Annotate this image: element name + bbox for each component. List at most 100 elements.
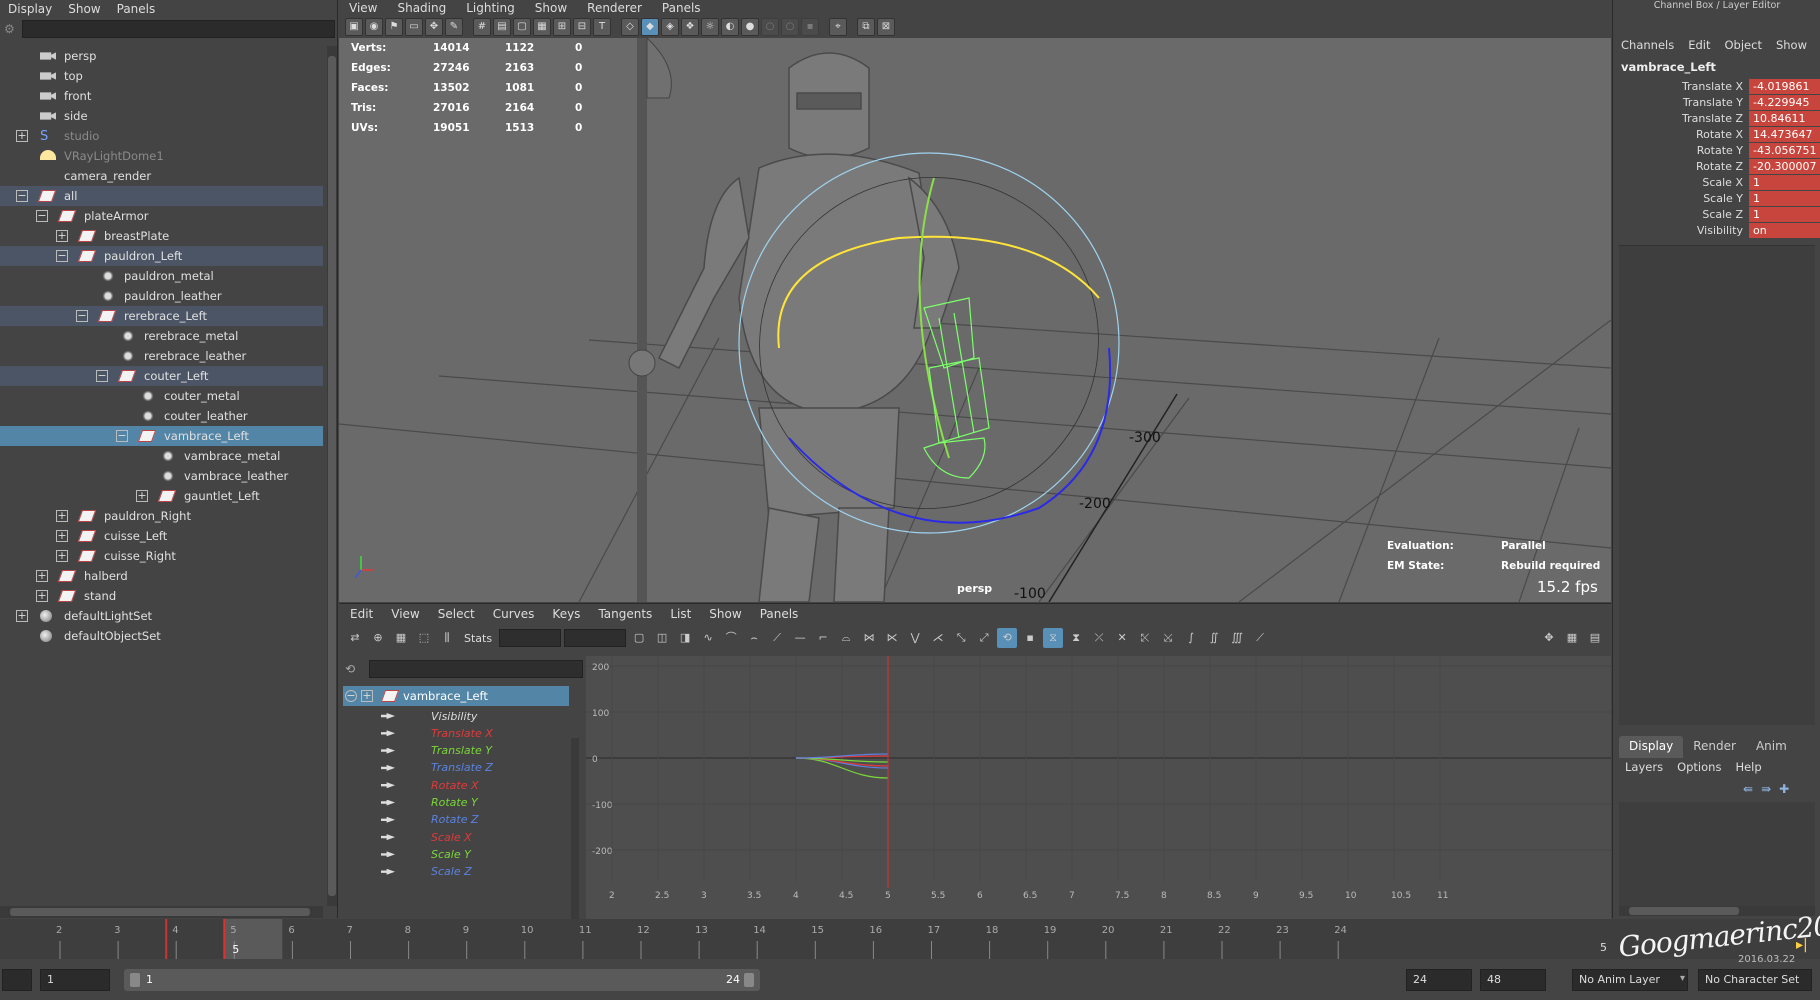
menu-edit[interactable]: Edit [339,607,380,621]
menu-layers[interactable]: Layers [1625,760,1663,774]
outliner-item[interactable]: + stand [0,586,323,606]
curve-oscillate-icon[interactable]: ∭ [1227,628,1247,648]
channel-attribute-row[interactable]: Scale Y1 [1613,190,1820,206]
expand-icon[interactable]: + [136,490,148,502]
menu-panels[interactable]: Panels [109,2,164,16]
normalize-icon[interactable]: ⤫ [1089,628,1109,648]
isolate-select-icon[interactable]: ⌖ [829,18,847,36]
collapse-icon[interactable]: − [16,190,28,202]
menu-show[interactable]: Show [525,1,577,15]
tab-anim[interactable]: Anim [1746,736,1797,758]
channel-attribute-row[interactable]: Rotate Y -43.056751 [1613,142,1820,158]
channel-attribute-name[interactable]: Scale X [1613,176,1749,189]
menu-show[interactable]: Show [698,607,748,621]
channel-attribute-value[interactable]: 1 [1749,174,1820,190]
outliner-item[interactable]: rerebrace_leather [0,346,323,366]
stats-value-field[interactable] [564,629,627,647]
channel-attribute-name[interactable]: Visibility [1613,224,1749,237]
scene-start-field[interactable]: 1 [40,969,110,991]
menu-channels[interactable]: Channels [1613,38,1680,56]
channel-attribute-name[interactable]: Rotate X [1613,128,1749,141]
move-layer-up-icon[interactable]: ⇚ [1743,782,1753,796]
2d-pan-zoom-icon[interactable]: ✥ [425,18,443,36]
menu-panels[interactable]: Panels [652,1,711,15]
motion-blur-icon[interactable]: ○ [761,18,779,36]
channel-attribute-value[interactable]: on [1749,222,1820,238]
textured-icon[interactable]: ❖ [681,18,699,36]
film-gate-icon[interactable]: ▤ [493,18,511,36]
menu-show[interactable]: Show [1768,38,1813,56]
viewport-3d[interactable]: -300 -200 -100 View Shading Lighting Sho… [339,0,1611,602]
time-snap-icon[interactable]: ⧖ [1043,628,1064,648]
outliner-item[interactable]: + breastPlate [0,226,323,246]
lock-tangent-weight-icon[interactable]: ⤢ [974,628,994,648]
character-set-dropdown[interactable]: No Character Set [1698,969,1812,991]
gate-mask-icon[interactable]: ▦ [533,18,551,36]
channel-attribute-name[interactable]: Rotate Y [1613,144,1749,157]
outliner-item[interactable]: − couter_Left [0,366,323,386]
outliner-item[interactable]: − vambrace_Left [0,426,323,446]
xray-joints-icon[interactable]: ⊠ [877,18,895,36]
collapse-icon[interactable]: − [116,430,128,442]
outliner-item[interactable]: pauldron_leather [0,286,323,306]
step-tangent-icon[interactable]: ⌐ [813,628,833,648]
flat-tangent-icon[interactable]: — [790,628,810,648]
free-tangent-weight-icon[interactable]: ⤡ [951,628,971,648]
auto-load-icon[interactable]: ⟲ [997,628,1018,648]
menu-panels[interactable]: Panels [749,607,806,621]
anti-alias-icon[interactable]: ○ [781,18,799,36]
outliner-item[interactable]: − all [0,186,323,206]
frame-playback-icon[interactable]: ◨ [675,628,695,648]
outliner-item[interactable]: + Sstudio [0,126,323,146]
menu-shading[interactable]: Shading [387,1,456,15]
menu-keys[interactable]: Keys [541,607,587,621]
menu-renderer[interactable]: Renderer [577,1,652,15]
collapse-icon[interactable]: − [36,210,48,222]
anim-layer-dropdown[interactable]: No Anim Layer [1572,969,1688,991]
safe-action-icon[interactable]: ⊟ [573,18,591,36]
graph-canvas[interactable]: 200 100 0 -100 -200 2 2.5 3 3.5 4 4.5 5 5.5 6 6.5 7 7.5 8… [586,656,1611,919]
trax-icon[interactable]: ▦ [1562,628,1582,648]
outliner-item[interactable]: + halberd [0,566,323,586]
outliner-item[interactable]: + cuisse_Right [0,546,323,566]
menu-help[interactable]: Help [1735,760,1761,774]
channel-attribute-row[interactable]: Scale Z1 [1613,206,1820,222]
outliner-item[interactable]: camera_render [0,166,323,186]
channel-attribute-row[interactable]: Translate X -4.019861 [1613,78,1820,94]
range-start-handle[interactable] [130,973,140,987]
move-key-icon[interactable]: ⇄ [345,628,365,648]
menu-display[interactable]: Display [0,2,60,16]
xray-icon[interactable]: ⧉ [857,18,875,36]
scene-start-icon[interactable] [2,969,32,991]
outliner-item[interactable]: rerebrace_metal [0,326,323,346]
outliner-vertical-scrollbar[interactable] [327,46,337,906]
scene-end-field[interactable]: 48 [1480,969,1546,991]
menu-view[interactable]: View [380,607,426,621]
outliner-item[interactable]: VRayLightDome1 [0,146,323,166]
curve-cycle-icon[interactable]: ∫ [1181,628,1201,648]
channel-attribute-value[interactable]: -4.019861 [1749,78,1820,94]
menu-view[interactable]: View [339,1,387,15]
menu-edit[interactable]: Edit [1680,38,1716,56]
channel-attribute-row[interactable]: Visibility on [1613,222,1820,238]
graph-search-input[interactable] [369,660,583,678]
channel-attribute-value[interactable]: -4.229945 [1749,94,1820,110]
range-end-handle[interactable] [744,973,754,987]
graph-filter-icon[interactable]: ⟲ [345,662,361,678]
collapse-icon[interactable]: − [96,370,108,382]
frame-selection-icon[interactable]: ◫ [652,628,672,648]
new-layer-icon[interactable]: ✚ [1779,782,1789,796]
channel-box-object-name[interactable]: vambrace_Left [1621,60,1716,74]
post-infinity-icon[interactable]: ⤩ [1158,628,1178,648]
expand-icon[interactable]: + [36,590,48,602]
outliner-item[interactable]: − pauldron_Left [0,246,323,266]
pre-infinity-icon[interactable]: ⤪ [1135,628,1155,648]
clamped-tangent-icon[interactable]: ⌢ [744,628,764,648]
plateau-tangent-icon[interactable]: ⌓ [836,628,856,648]
outliner-item[interactable]: top [0,66,323,86]
channel-attribute-row[interactable]: Translate Z 10.84611 [1613,110,1820,126]
camera-attributes-icon[interactable]: ◉ [365,18,383,36]
tab-render[interactable]: Render [1683,736,1746,758]
outliner-item[interactable]: − rerebrace_Left [0,306,323,326]
outliner-item[interactable]: pauldron_metal [0,266,323,286]
